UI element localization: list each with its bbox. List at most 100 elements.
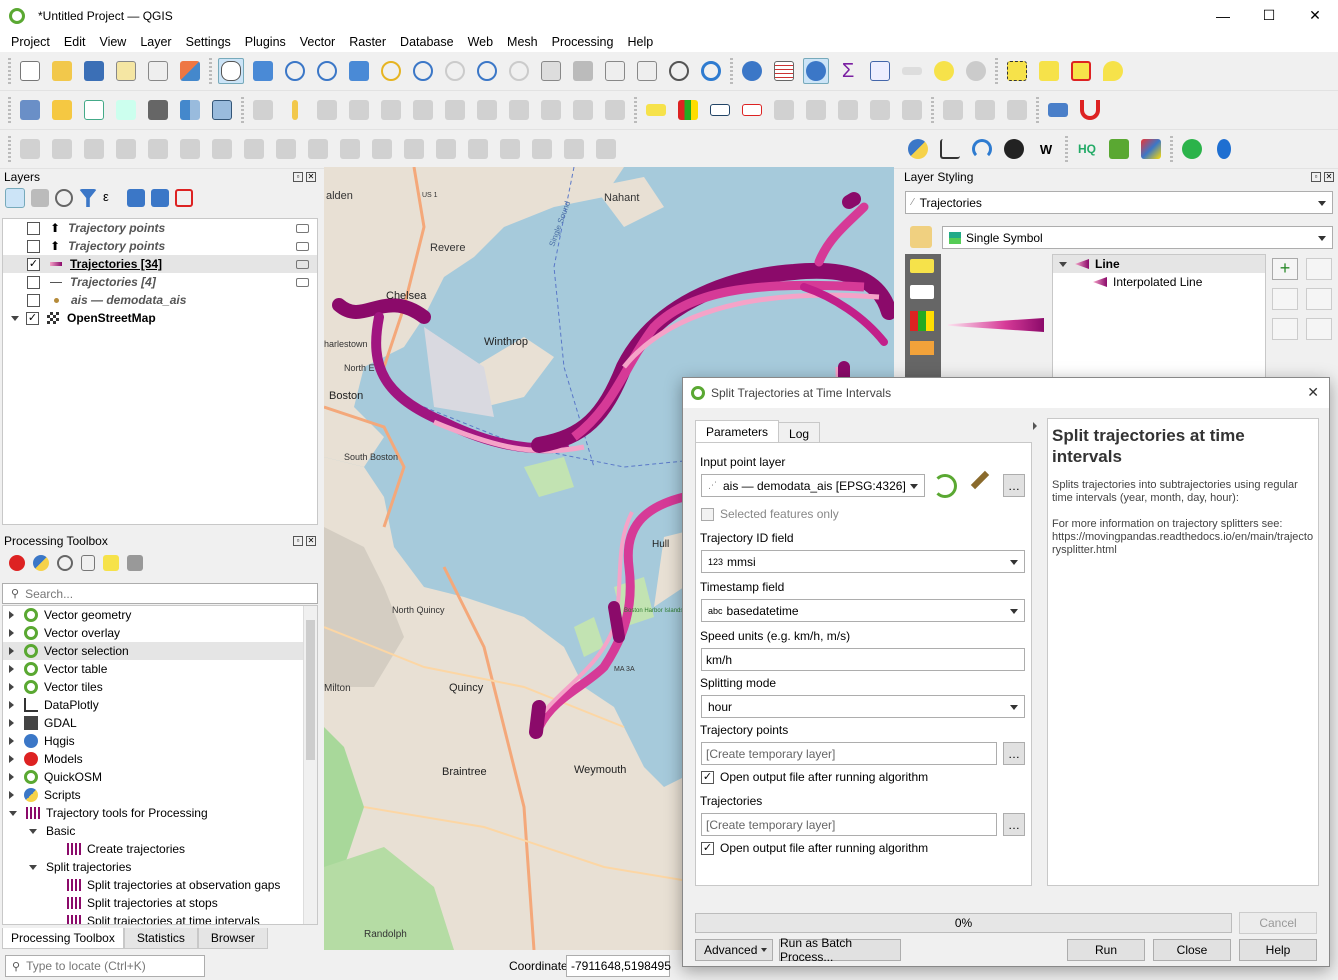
layout-manager-button[interactable] bbox=[145, 58, 171, 84]
wrench-icon[interactable] bbox=[970, 470, 990, 490]
float-icon[interactable]: ▫ bbox=[293, 172, 303, 182]
zoom-full-button[interactable] bbox=[346, 58, 372, 84]
menu-edit[interactable]: Edit bbox=[57, 35, 93, 49]
layer-checkbox[interactable]: ✓ bbox=[27, 257, 40, 271]
layer-item[interactable]: ais — demodata_ais bbox=[3, 291, 317, 309]
zoom-native-button[interactable] bbox=[442, 58, 468, 84]
cut-button[interactable] bbox=[474, 97, 500, 123]
remove-layer-icon[interactable] bbox=[175, 189, 193, 207]
advanced-button[interactable]: Advanced bbox=[695, 939, 773, 961]
dialog-close-button[interactable]: ✕ bbox=[1307, 384, 1319, 401]
menu-processing[interactable]: Processing bbox=[545, 35, 621, 49]
menu-database[interactable]: Database bbox=[393, 35, 461, 49]
diagram-button[interactable] bbox=[675, 97, 701, 123]
results-icon[interactable] bbox=[81, 555, 95, 571]
toolbox-algorithm[interactable]: Split trajectories at observation gaps bbox=[3, 876, 317, 894]
label-props-button[interactable] bbox=[899, 97, 925, 123]
layer-item[interactable]: ⬆ Trajectory points bbox=[3, 237, 317, 255]
toolbox-algorithm[interactable]: Split trajectories at stops bbox=[3, 894, 317, 912]
new-project-button[interactable] bbox=[17, 58, 43, 84]
new-map-view-button[interactable] bbox=[538, 58, 564, 84]
options-icon[interactable] bbox=[127, 555, 143, 571]
batch-process-button[interactable]: Run as Batch Process... bbox=[779, 936, 901, 964]
label-toolbar-button[interactable] bbox=[643, 97, 669, 123]
menu-vector[interactable]: Vector bbox=[293, 35, 342, 49]
toolbox-item[interactable]: Vector overlay bbox=[3, 624, 317, 642]
history-icon[interactable] bbox=[57, 555, 73, 571]
advanced-tool-6-button[interactable] bbox=[177, 136, 203, 162]
advanced-tool-16-button[interactable] bbox=[497, 136, 523, 162]
3d-icon[interactable] bbox=[910, 341, 934, 355]
zoom-out-button[interactable] bbox=[314, 58, 340, 84]
trajectories-browse-button[interactable]: … bbox=[1003, 813, 1025, 836]
symbol-layer-item[interactable]: Interpolated Line bbox=[1053, 273, 1265, 291]
toolbox-item[interactable]: Hqgis bbox=[3, 732, 317, 750]
menu-view[interactable]: View bbox=[92, 35, 133, 49]
select-location-button[interactable] bbox=[1100, 58, 1126, 84]
toolbox-item[interactable]: Vector tiles bbox=[3, 678, 317, 696]
menu-settings[interactable]: Settings bbox=[179, 35, 238, 49]
collapse-all-icon[interactable] bbox=[151, 189, 169, 207]
undo-button[interactable] bbox=[570, 97, 596, 123]
tab-processing-toolbox[interactable]: Processing Toolbox bbox=[2, 928, 124, 949]
timestamp-combo[interactable]: abc basedatetime bbox=[701, 599, 1025, 622]
modify-attributes-button[interactable] bbox=[410, 97, 436, 123]
toolbox-scrollbar[interactable] bbox=[303, 606, 317, 924]
toolbox-search-input[interactable]: ⚲ Search... bbox=[2, 583, 318, 604]
zoom-last-button[interactable] bbox=[474, 58, 500, 84]
advanced-tool-1-button[interactable] bbox=[17, 136, 43, 162]
open-field-calc-button[interactable] bbox=[867, 58, 893, 84]
statistics-button[interactable]: Σ bbox=[835, 58, 861, 84]
lock-button[interactable] bbox=[1306, 318, 1332, 340]
expand-arrow-icon[interactable] bbox=[11, 315, 19, 321]
copy-button[interactable] bbox=[506, 97, 532, 123]
layer-item-selected[interactable]: ✓ Trajectories [34] bbox=[3, 255, 317, 273]
minimize-button[interactable]: — bbox=[1200, 0, 1246, 31]
new-geopackage-button[interactable] bbox=[49, 97, 75, 123]
help-url[interactable]: https://movingpandas.readthedocs.io/en/m… bbox=[1052, 531, 1314, 557]
open-styling-icon[interactable] bbox=[5, 188, 25, 208]
advanced-tool-11-button[interactable] bbox=[337, 136, 363, 162]
digitize-shape-button[interactable] bbox=[940, 97, 966, 123]
collapse-help-arrow-icon[interactable] bbox=[1033, 422, 1037, 430]
advanced-tool-13-button[interactable] bbox=[401, 136, 427, 162]
hqgis-button[interactable]: HQ bbox=[1074, 136, 1100, 162]
symbology-brush-icon[interactable] bbox=[910, 226, 932, 248]
layer-checkbox[interactable] bbox=[27, 221, 40, 235]
coordinate-field[interactable]: -7911648,5198495 bbox=[566, 955, 671, 977]
zoom-next-button[interactable] bbox=[506, 58, 532, 84]
highlight-labels-button[interactable] bbox=[739, 97, 765, 123]
traj-points-browse-button[interactable]: … bbox=[1003, 742, 1025, 765]
save-project-button[interactable] bbox=[81, 58, 107, 84]
layer-checkbox[interactable] bbox=[27, 275, 40, 289]
input-layer-combo[interactable]: ⋰ ais — demodata_ais [EPSG:4326] bbox=[701, 474, 925, 497]
traj-id-combo[interactable]: 123 mmsi bbox=[701, 550, 1025, 573]
plugin-x-button[interactable] bbox=[1138, 136, 1164, 162]
maximize-button[interactable]: ☐ bbox=[1246, 0, 1292, 31]
select-expression-button[interactable] bbox=[1036, 58, 1062, 84]
menu-project[interactable]: Project bbox=[4, 35, 57, 49]
close-panel-icon[interactable]: ✕ bbox=[1324, 172, 1334, 182]
map-tips-button[interactable] bbox=[931, 58, 957, 84]
move-up-button[interactable] bbox=[1306, 258, 1332, 280]
identify-button[interactable] bbox=[739, 58, 765, 84]
iterate-icon[interactable] bbox=[933, 474, 957, 498]
toolbox-algorithm[interactable]: Create trajectories bbox=[3, 840, 317, 858]
annotation-button[interactable] bbox=[1045, 97, 1071, 123]
selected-only-checkbox[interactable]: Selected features only bbox=[701, 507, 839, 521]
temporal-controller-button[interactable] bbox=[666, 58, 692, 84]
duplicate-button[interactable] bbox=[1272, 318, 1298, 340]
advanced-tool-5-button[interactable] bbox=[145, 136, 171, 162]
data-plotly-button[interactable] bbox=[937, 136, 963, 162]
scroll-thumb[interactable] bbox=[306, 620, 315, 760]
pin-labels-button[interactable] bbox=[707, 97, 733, 123]
renderer-combo[interactable]: Single Symbol bbox=[942, 226, 1333, 249]
vertex-tool-button[interactable] bbox=[378, 97, 404, 123]
advanced-digitize-button[interactable] bbox=[972, 97, 998, 123]
advanced-tool-4-button[interactable] bbox=[113, 136, 139, 162]
menu-mesh[interactable]: Mesh bbox=[500, 35, 545, 49]
processing-settings-button[interactable] bbox=[803, 58, 829, 84]
paste-button[interactable] bbox=[538, 97, 564, 123]
advanced-tool-8-button[interactable] bbox=[241, 136, 267, 162]
toolbox-item[interactable]: Vector geometry bbox=[3, 606, 317, 624]
